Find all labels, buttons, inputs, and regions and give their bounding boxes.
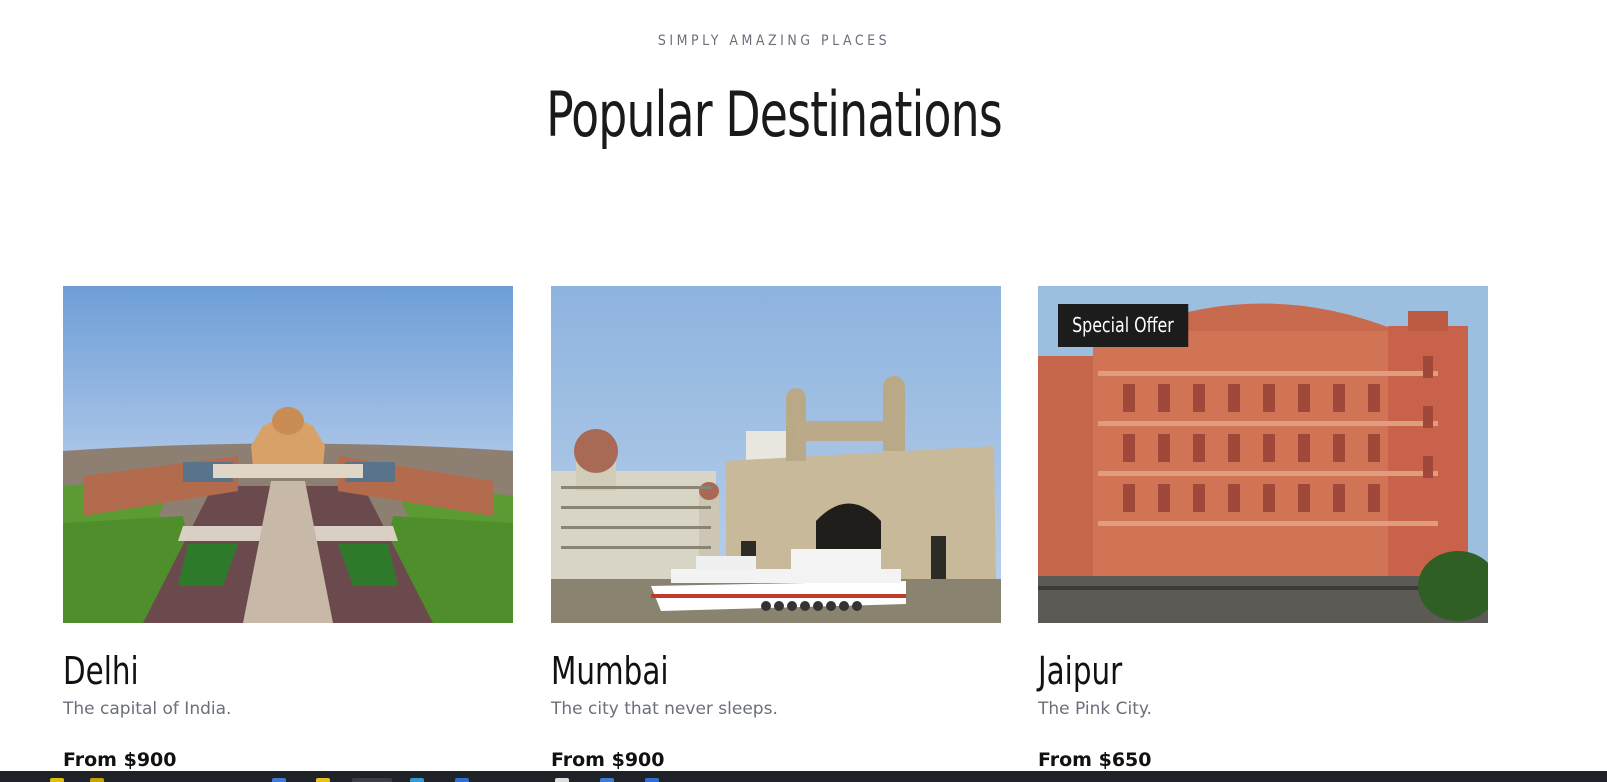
taskbar-app-icon[interactable] xyxy=(410,778,424,782)
destination-price: From $900 xyxy=(63,749,177,771)
taskbar-app-icon[interactable] xyxy=(600,778,614,782)
taskbar-app-icon[interactable] xyxy=(555,778,569,782)
destination-title[interactable]: Mumbai xyxy=(551,649,669,693)
destination-price: From $900 xyxy=(551,749,665,771)
destination-description: The Pink City. xyxy=(1038,699,1152,719)
taskbar-app-icon[interactable] xyxy=(455,778,469,782)
taskbar-active-app-icon[interactable] xyxy=(352,778,392,782)
destination-image-delhi[interactable] xyxy=(63,286,513,623)
destination-price: From $650 xyxy=(1038,749,1152,771)
os-taskbar xyxy=(0,771,1607,782)
taskbar-app-icon[interactable] xyxy=(90,778,104,782)
destination-image-jaipur[interactable]: Special Offer xyxy=(1038,286,1488,623)
destination-image-mumbai[interactable] xyxy=(551,286,1001,623)
taskbar-app-icon[interactable] xyxy=(272,778,286,782)
destination-card-delhi[interactable]: Delhi The capital of India. From $900 xyxy=(63,286,513,771)
page-title: Popular Destinations xyxy=(546,78,1003,151)
taskbar-app-icon[interactable] xyxy=(645,778,659,782)
taskbar-app-icon[interactable] xyxy=(50,778,64,782)
section-eyebrow: SIMPLY AMAZING PLACES xyxy=(657,33,891,49)
destination-description: The city that never sleeps. xyxy=(551,699,778,719)
taskbar-app-icon[interactable] xyxy=(316,778,330,782)
destination-description: The capital of India. xyxy=(63,699,232,719)
special-offer-badge: Special Offer xyxy=(1058,304,1188,347)
destination-title[interactable]: Jaipur xyxy=(1038,649,1122,693)
destination-title[interactable]: Delhi xyxy=(63,649,139,693)
destination-card-mumbai[interactable]: Mumbai The city that never sleeps. From … xyxy=(551,286,1001,771)
destination-card-jaipur[interactable]: Special Offer Jaipur The Pink City. From… xyxy=(1038,286,1488,771)
